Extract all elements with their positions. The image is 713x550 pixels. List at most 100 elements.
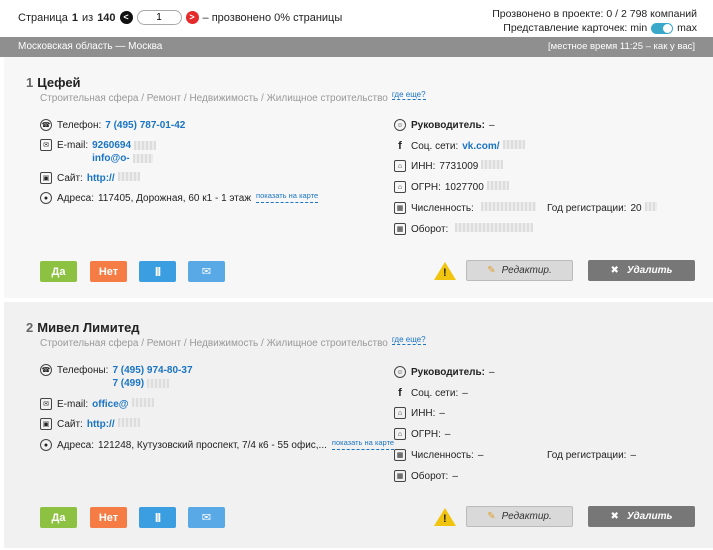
no-button[interactable]: Нет	[90, 507, 127, 528]
edit-pencil-icon: ✎	[487, 511, 496, 522]
phone-label: Телефон:	[57, 120, 102, 131]
delete-button[interactable]: ✖ Удалить	[588, 506, 695, 527]
company-category: Строительная сфера / Ремонт / Недвижимос…	[40, 90, 426, 104]
pager-prefix: Страница	[18, 11, 68, 24]
yes-button[interactable]: Да	[40, 507, 77, 528]
address-value: 117405, Дорожная, 60 к1 - 1 этаж	[97, 193, 252, 204]
site-value[interactable]: http://	[87, 172, 115, 185]
inn-field: ⌂ ИНН: –	[394, 407, 445, 420]
view-label: Представление карточек: min	[503, 22, 648, 34]
head-value: –	[489, 120, 495, 131]
reg-year-value: 20	[630, 203, 642, 214]
social-value[interactable]: vk.com/	[462, 140, 499, 153]
show-on-map-link[interactable]: показать на карте	[256, 189, 319, 203]
company-name[interactable]: Мивел Лимитед	[37, 320, 139, 335]
pager-current: 1	[71, 11, 78, 24]
no-button[interactable]: Нет	[90, 261, 127, 282]
staff-field: ▦ Численность: –	[394, 449, 483, 462]
delete-label: Удалить	[626, 265, 673, 276]
social-field: f Соц. сети: –	[394, 387, 468, 400]
hidden-text	[134, 140, 157, 150]
email-value[interactable]: 9260694	[92, 140, 131, 151]
phone-value[interactable]: 7 (499)	[112, 378, 144, 389]
warning-mark: !	[443, 513, 447, 525]
company-category: Строительная сфера / Ремонт / Недвижимос…	[40, 335, 426, 349]
ogrn-label: ОГРН:	[411, 429, 441, 440]
category-path: Строительная сфера / Ремонт / Недвижимос…	[40, 338, 388, 349]
close-x-icon: ✖	[610, 511, 619, 522]
company-number: 2	[26, 320, 34, 335]
user-icon: ☺	[394, 119, 406, 131]
email-value[interactable]: office@	[92, 398, 128, 411]
company-name[interactable]: Цефей	[37, 75, 80, 90]
hidden-text	[486, 181, 509, 190]
edit-pencil-icon: ✎	[487, 265, 496, 276]
address-label: Адреса:	[57, 193, 94, 204]
view-toggle[interactable]	[651, 22, 674, 34]
site-value[interactable]: http://	[87, 418, 115, 431]
send-email-button[interactable]: ✉	[188, 261, 225, 282]
address-field: ● Адреса: 121248, Кутузовский проспект, …	[40, 436, 395, 453]
hidden-text	[147, 378, 170, 388]
view-toggle-row: Представление карточек: min max	[492, 21, 697, 35]
reg-year-value: –	[630, 450, 637, 461]
prev-page-button[interactable]: <	[119, 11, 133, 24]
site-field: ▣ Сайт: http://	[40, 418, 140, 431]
ogrn-value: –	[444, 429, 451, 440]
region-name: Московская область — Москва	[18, 41, 163, 52]
pager-total: 140	[97, 11, 116, 24]
company-card: 1 Цефей Строительная сфера / Ремонт / Нед…	[4, 57, 713, 298]
edit-button[interactable]: ✎ Редактир.	[466, 506, 573, 527]
head-label: Руководитель:	[411, 367, 485, 378]
building-icon: ⌂	[394, 160, 406, 172]
where-else-link[interactable]: где еще?	[391, 90, 426, 100]
category-path: Строительная сфера / Ремонт / Недвижимос…	[40, 93, 388, 104]
turnover-field: ▦ Оборот: –	[394, 470, 458, 483]
hidden-text	[117, 418, 140, 427]
inn-field: ⌂ ИНН: 7731009	[394, 160, 504, 173]
site-field: ▣ Сайт: http://	[40, 172, 140, 185]
company-number: 1	[26, 75, 34, 90]
site-icon: ▣	[40, 172, 52, 184]
delete-button[interactable]: ✖ Удалить	[588, 260, 695, 281]
envelope-icon: ✉	[201, 266, 212, 278]
pause-button[interactable]: II	[139, 261, 176, 282]
head-label: Руководитель:	[411, 120, 485, 131]
show-on-map-link[interactable]: показать на карте	[331, 436, 395, 450]
hidden-text	[480, 202, 536, 211]
yes-button[interactable]: Да	[40, 261, 77, 282]
social-label: Соц. сети:	[411, 388, 459, 399]
pager-of: из	[81, 11, 94, 24]
social-value: –	[462, 388, 468, 399]
address-label: Адреса:	[57, 440, 94, 451]
turnover-field: ▦ Оборот:	[394, 223, 534, 236]
facebook-icon: f	[398, 139, 402, 152]
phone-field: ☎ Телефон: 7 (495) 787-01-42	[40, 119, 185, 132]
address-field: ● Адреса: 117405, Дорожная, 60 к1 - 1 эт…	[40, 189, 319, 206]
turnover-label: Оборот:	[411, 224, 449, 235]
phone-field: ☎ Телефоны: 7 (495) 974-80-37 7 (499)	[40, 364, 193, 390]
phone-value[interactable]: 7 (495) 974-80-37	[112, 365, 192, 376]
ogrn-value: 1027700	[444, 182, 484, 193]
page-number-input[interactable]	[136, 10, 182, 25]
region-bar: Московская область — Москва [местное вре…	[0, 37, 713, 57]
company-title: 1 Цефей	[26, 75, 81, 90]
reg-year-field: Год регистрации: 20	[547, 202, 657, 215]
calendar-icon: ▦	[394, 202, 406, 214]
hidden-text	[117, 172, 140, 181]
send-email-button[interactable]: ✉	[188, 507, 225, 528]
next-page-button[interactable]: >	[185, 11, 199, 24]
email-value[interactable]: info@o-	[92, 153, 130, 164]
phone-value[interactable]: 7 (495) 787-01-42	[105, 119, 185, 132]
user-icon: ☺	[394, 366, 406, 378]
company-card: 2 Мивел Лимитед Строительная сфера / Ремо…	[4, 302, 713, 548]
inn-label: ИНН:	[411, 161, 436, 172]
location-icon: ●	[40, 439, 52, 451]
pause-button[interactable]: II	[139, 507, 176, 528]
hidden-text	[502, 140, 525, 149]
phone-icon: ☎	[40, 119, 52, 131]
email-label: E-mail:	[57, 399, 89, 410]
where-else-link[interactable]: где еще?	[391, 335, 426, 345]
edit-button[interactable]: ✎ Редактир.	[466, 260, 573, 281]
social-field: f Соц. сети: vk.com/	[394, 140, 525, 153]
